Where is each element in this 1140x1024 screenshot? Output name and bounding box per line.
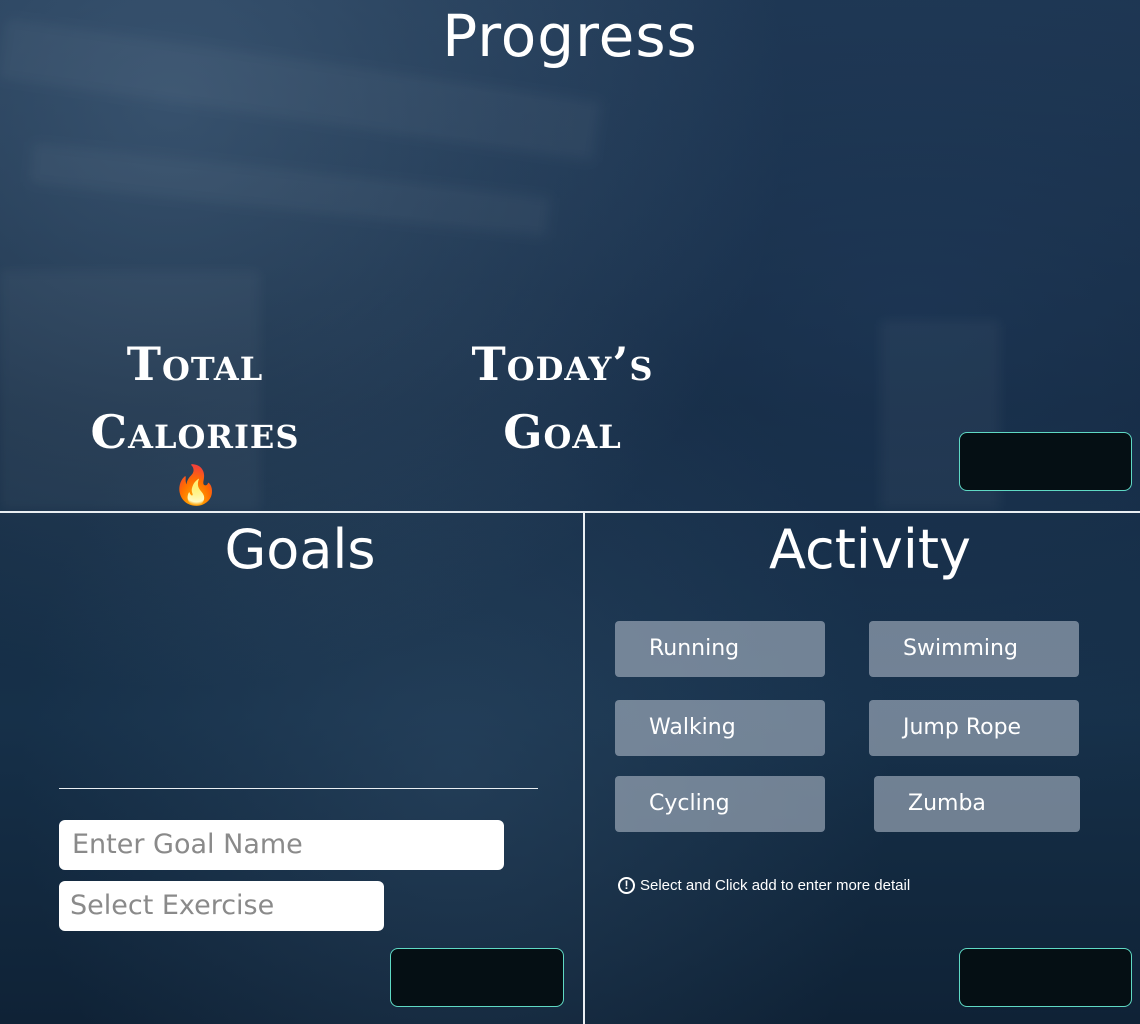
todays-goal-line1: Today’s (471, 337, 654, 391)
total-calories-line2: Calories (90, 405, 300, 459)
section-divider (0, 511, 1140, 513)
progress-action-button[interactable] (959, 432, 1132, 491)
background-shape (29, 142, 551, 238)
activity-option-walking[interactable]: Walking (615, 700, 825, 756)
activity-hint: ! Select and Click add to enter more det… (618, 877, 910, 894)
todays-goal-line2: Goal (503, 405, 622, 459)
fire-icon: 🔥 (172, 463, 220, 507)
todays-goal-label: Today’s Goal (420, 330, 705, 466)
info-icon: ! (618, 877, 635, 894)
total-calories-line1: Total (126, 337, 264, 391)
activity-hint-text: Select and Click add to enter more detai… (640, 877, 911, 894)
total-calories-label: Total Calories (40, 330, 350, 466)
activity-title: Activity (769, 518, 971, 581)
add-activity-button[interactable] (959, 948, 1132, 1007)
page-title: Progress (442, 2, 698, 70)
activity-option-running[interactable]: Running (615, 621, 825, 677)
add-goal-button[interactable] (390, 948, 564, 1007)
goals-divider (59, 788, 538, 789)
activity-option-jump-rope[interactable]: Jump Rope (869, 700, 1079, 756)
goal-name-input[interactable]: Enter Goal Name (59, 820, 504, 870)
goals-title: Goals (224, 518, 376, 581)
activity-option-cycling[interactable]: Cycling (615, 776, 825, 832)
activity-option-zumba[interactable]: Zumba (874, 776, 1080, 832)
column-divider (583, 512, 585, 1024)
activity-option-swimming[interactable]: Swimming (869, 621, 1079, 677)
select-exercise-dropdown[interactable]: Select Exercise (59, 881, 384, 931)
